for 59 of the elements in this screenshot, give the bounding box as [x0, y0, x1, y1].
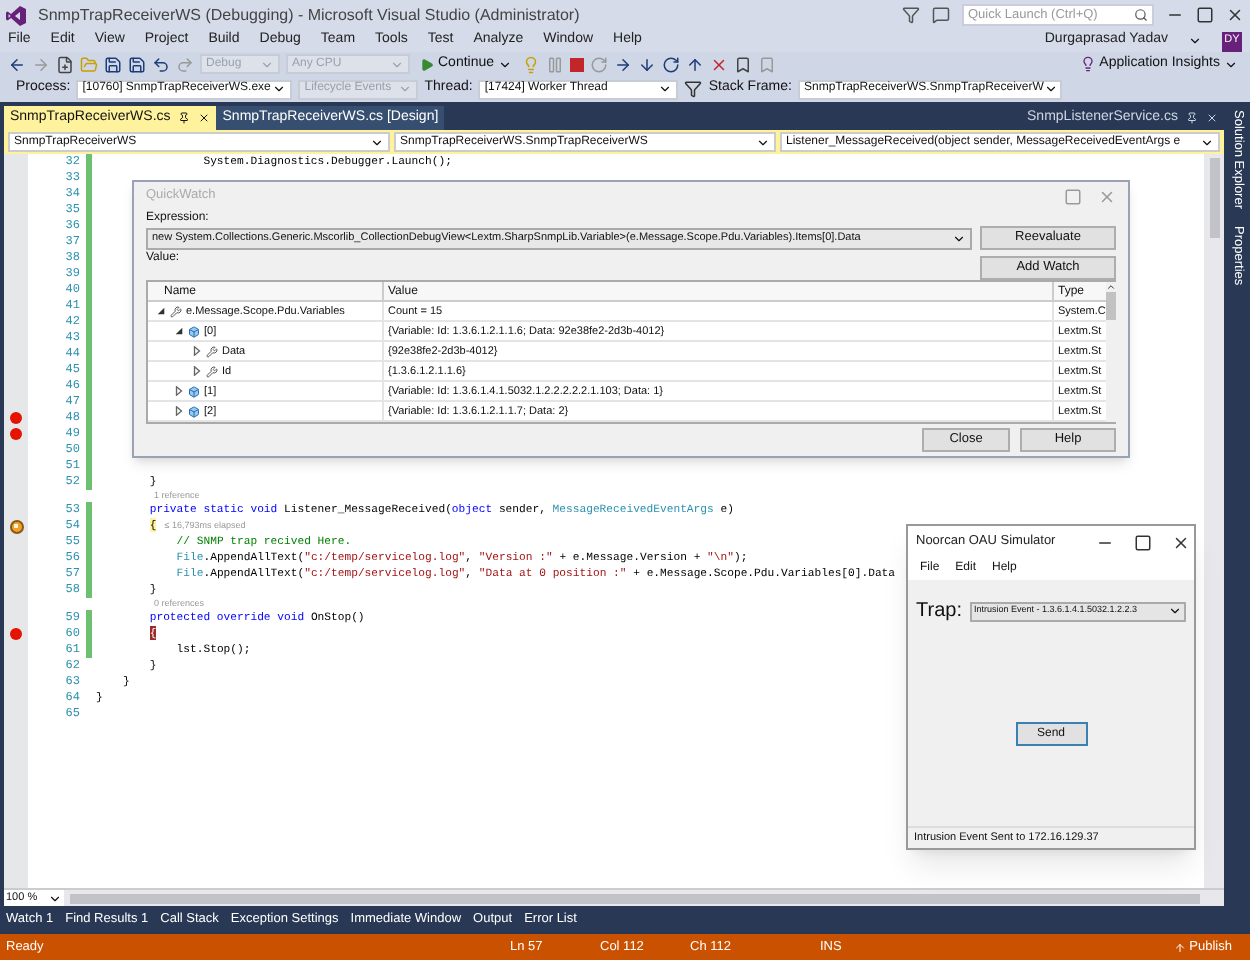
cube-icon: [188, 405, 200, 417]
search-icon: [1134, 8, 1148, 22]
restart-icon[interactable]: [590, 55, 609, 73]
scrollbar[interactable]: [1204, 154, 1224, 888]
trap-label: Trap:: [916, 598, 962, 626]
collapsed-arrow-icon[interactable]: [192, 366, 202, 376]
caret-icon: [48, 891, 62, 905]
collapsed-arrow-icon[interactable]: [192, 346, 202, 356]
new-file-icon[interactable]: [56, 55, 74, 73]
pin-icon[interactable]: [178, 112, 191, 124]
app-logo-icon: [6, 5, 26, 25]
filter-icon[interactable]: [684, 80, 703, 98]
horizontal-scrollbar[interactable]: [70, 893, 1200, 903]
close-icon[interactable]: [1226, 6, 1244, 24]
caret-icon: [1168, 604, 1182, 618]
expanded-arrow-icon[interactable]: [156, 306, 166, 316]
caret-icon: [498, 57, 513, 71]
caret-icon: [1043, 82, 1058, 96]
expanded-arrow-icon[interactable]: [174, 326, 184, 336]
caret-icon: [658, 82, 673, 96]
current-statement-icon[interactable]: [9, 519, 23, 533]
wrench-icon: [170, 305, 182, 317]
maximize-icon[interactable]: [1133, 533, 1152, 551]
scrollbar[interactable]: [1105, 282, 1116, 422]
play-icon: [420, 57, 434, 71]
close-icon[interactable]: [198, 112, 211, 124]
maximize-icon[interactable]: [1196, 6, 1214, 24]
save-all-icon[interactable]: [128, 55, 146, 73]
arrow-icon[interactable]: [614, 55, 633, 73]
wrench-icon: [206, 345, 218, 357]
breakpoint-icon[interactable]: [10, 428, 22, 440]
save-icon[interactable]: [104, 55, 122, 73]
feedback-icon[interactable]: [932, 6, 950, 24]
collapsed-arrow-icon[interactable]: [174, 386, 184, 396]
caret-icon: [1224, 57, 1238, 71]
caret-icon: [1188, 34, 1202, 48]
caret-icon: [756, 135, 770, 149]
close-icon[interactable]: [1171, 533, 1190, 551]
back-icon[interactable]: [8, 55, 26, 73]
cube-icon: [188, 385, 200, 397]
cube-icon: [188, 325, 200, 337]
caret-icon: [1200, 135, 1214, 149]
cross-icon[interactable]: [710, 55, 729, 73]
step-over-icon[interactable]: [662, 55, 681, 73]
caret-icon: [370, 135, 384, 149]
undo-icon[interactable]: [152, 55, 170, 73]
collapsed-arrow-icon[interactable]: [174, 406, 184, 416]
breakpoint-icon[interactable]: [10, 412, 22, 424]
filter-icon[interactable]: [902, 6, 920, 24]
breakpoint-icon[interactable]: [10, 628, 22, 640]
up-arrow-icon: [1173, 941, 1186, 953]
step-out-icon[interactable]: [686, 55, 705, 73]
window-title: SnmpTrapReceiverWS (Debugging) - Microsoft Visual Studio (Administrator): [38, 3, 580, 27]
caret-icon: [952, 232, 966, 246]
bulb-icon: [1079, 56, 1096, 72]
stop-icon[interactable]: [570, 57, 585, 71]
step-into-icon[interactable]: [638, 55, 657, 73]
scroll-up-icon[interactable]: [1105, 282, 1116, 292]
wrench-icon: [206, 365, 218, 377]
